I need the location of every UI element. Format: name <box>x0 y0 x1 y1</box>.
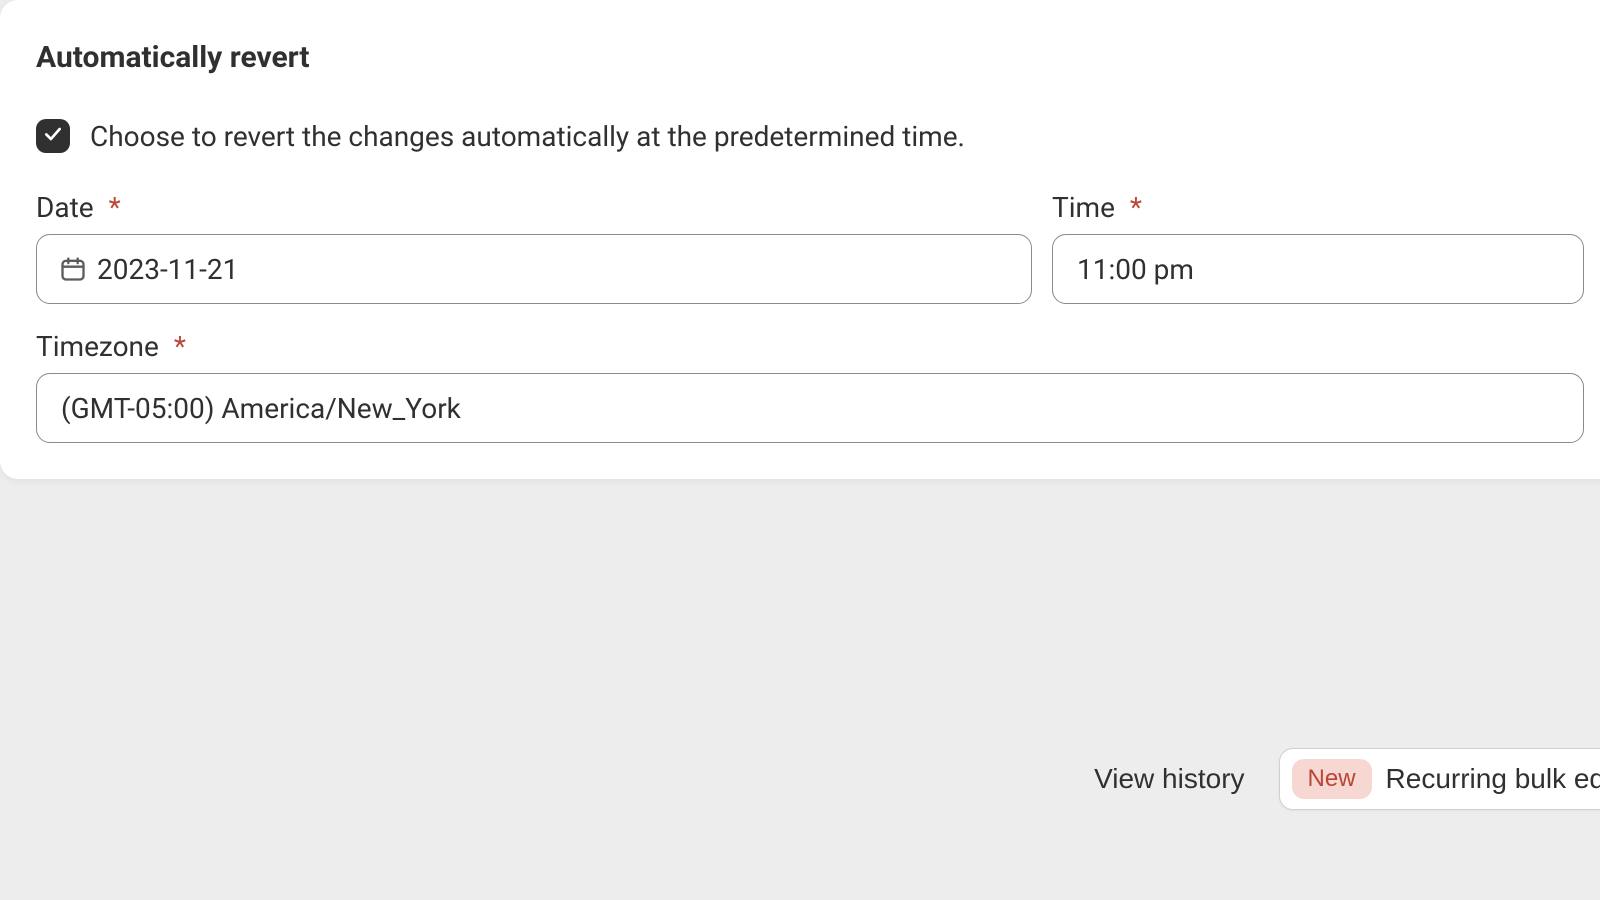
auto-revert-checkbox-label: Choose to revert the changes automatical… <box>90 120 965 153</box>
timezone-value: (GMT-05:00) America/New_York <box>61 392 1559 425</box>
timezone-field: Timezone * (GMT-05:00) America/New_York <box>36 330 1584 443</box>
timezone-label-text: Timezone <box>36 330 159 363</box>
view-history-button[interactable]: View history <box>1094 763 1244 795</box>
check-icon <box>43 124 63 148</box>
timezone-label: Timezone * <box>36 330 1584 363</box>
time-value: 11:00 pm <box>1077 253 1559 286</box>
required-asterisk: * <box>1130 191 1142 224</box>
date-input[interactable]: 2023-11-21 <box>36 234 1032 304</box>
required-asterisk: * <box>174 330 186 363</box>
date-label-text: Date <box>36 191 94 224</box>
timezone-select[interactable]: (GMT-05:00) America/New_York <box>36 373 1584 443</box>
calendar-icon <box>59 255 87 283</box>
auto-revert-card: Automatically revert Choose to revert th… <box>0 0 1600 479</box>
date-time-row: Date * 2023-11-21 Time * <box>36 191 1584 304</box>
section-title: Automatically revert <box>36 40 1584 75</box>
time-label-text: Time <box>1052 191 1115 224</box>
auto-revert-checkbox[interactable] <box>36 119 70 153</box>
date-field: Date * 2023-11-21 <box>36 191 1032 304</box>
time-input[interactable]: 11:00 pm <box>1052 234 1584 304</box>
new-badge: New <box>1292 759 1372 799</box>
time-label: Time * <box>1052 191 1584 224</box>
time-field: Time * 11:00 pm <box>1052 191 1584 304</box>
required-asterisk: * <box>109 191 121 224</box>
auto-revert-checkbox-row: Choose to revert the changes automatical… <box>36 119 1584 153</box>
date-value: 2023-11-21 <box>97 253 1007 286</box>
date-label: Date * <box>36 191 1032 224</box>
recurring-bulk-edit-label: Recurring bulk edit <box>1386 763 1600 795</box>
footer-actions: View history New Recurring bulk edit <box>0 748 1600 810</box>
recurring-bulk-edit-button[interactable]: New Recurring bulk edit <box>1279 748 1600 810</box>
